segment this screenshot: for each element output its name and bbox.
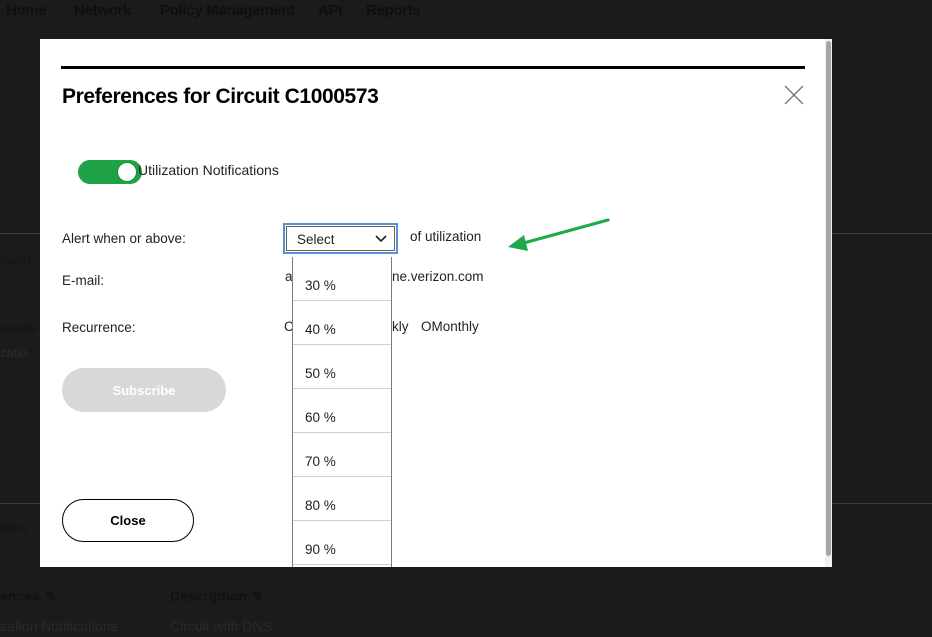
option-label: 70 % [305, 454, 336, 469]
modal-title: Preferences for Circuit C1000573 [62, 85, 379, 108]
dropdown-option[interactable]: 50 % [293, 345, 391, 389]
close-icon[interactable] [782, 83, 806, 107]
background-fragment: ment [0, 253, 32, 268]
background-nav: Home Network Policy Management API Repor… [0, 0, 932, 30]
email-value-right: ne.verizon.com [392, 269, 484, 284]
select-value: Select [297, 232, 335, 247]
arrow-icon [508, 218, 610, 251]
scrollbar-thumb[interactable] [826, 41, 831, 556]
title-rule [61, 66, 805, 69]
nav-api: API [318, 2, 343, 19]
subscribe-button[interactable]: Subscribe [62, 368, 226, 412]
option-label: 60 % [305, 410, 336, 425]
option-label: 50 % [305, 366, 336, 381]
dropdown-option[interactable]: 70 % [293, 433, 391, 477]
toggle-knob [117, 162, 137, 182]
dropdown-option[interactable]: 40 % [293, 301, 391, 345]
option-label: 40 % [305, 322, 336, 337]
of-utilization-text: of utilization [410, 229, 482, 244]
recurrence-label: Recurrence: [62, 320, 136, 335]
recurrence-weekly-option[interactable]: kly [392, 319, 409, 334]
preferences-modal: Preferences for Circuit C1000573 Utiliza… [40, 39, 832, 567]
alert-label: Alert when or above: [62, 231, 186, 246]
background-fragment: men [0, 520, 27, 535]
table-header: Description ✎ [170, 588, 263, 604]
background-fragment: zatio [0, 345, 28, 360]
dropdown-option[interactable]: 30 % [293, 257, 391, 301]
recurrence-monthly-option[interactable]: OMonthly [421, 319, 479, 334]
pencil-icon: ✎ [250, 588, 263, 604]
table-cell: zation Notifications [0, 618, 118, 634]
chevron-down-icon [375, 235, 387, 243]
option-label: 80 % [305, 498, 336, 513]
table-cell: Circuit with DNS [170, 618, 272, 634]
dropdown-option[interactable]: 60 % [293, 389, 391, 433]
table-header: ences ✎ [0, 588, 56, 604]
modal-scrollbar[interactable] [825, 39, 832, 567]
nav-network: Network [74, 2, 132, 19]
option-label: 90 % [305, 542, 336, 557]
toggle-label: Utilization Notifications [138, 162, 279, 178]
threshold-select[interactable]: Select [283, 223, 398, 254]
email-label: E-mail: [62, 273, 105, 288]
background-table: ences ✎ Description ✎ zation Notificatio… [0, 586, 932, 637]
dropdown-option[interactable]: 80 % [293, 477, 391, 521]
pencil-icon: ✎ [43, 588, 56, 604]
utilization-toggle[interactable] [78, 160, 142, 184]
dropdown-option[interactable]: 90 % [293, 521, 391, 565]
threshold-dropdown-list: 30 % 40 % 50 % 60 % 70 % 80 % 90 % [292, 257, 392, 567]
nav-policy-management: Policy Management [160, 2, 295, 19]
close-button[interactable]: Close [62, 499, 194, 542]
background-fragment: ences [0, 320, 37, 335]
option-label: 30 % [305, 278, 336, 293]
nav-reports: Reports [366, 2, 421, 19]
nav-home: Home [6, 2, 47, 19]
